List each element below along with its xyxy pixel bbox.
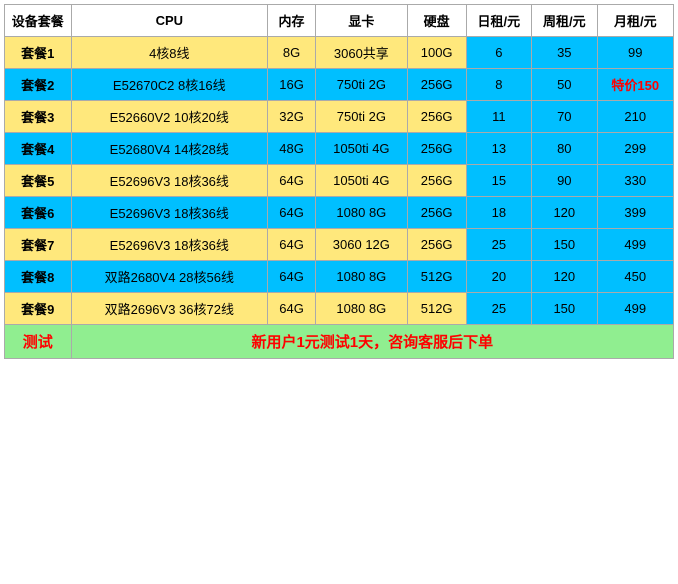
table-row: 套餐4E52680V4 14核28线48G1050ti 4G256G138029… <box>5 133 674 165</box>
header-gpu: 显卡 <box>316 5 408 37</box>
header-mem: 内存 <box>268 5 316 37</box>
table-cell: 299 <box>597 133 673 165</box>
table-cell: 750ti 2G <box>316 69 408 101</box>
header-weekly: 周租/元 <box>532 5 597 37</box>
table-cell: 210 <box>597 101 673 133</box>
table-cell: 90 <box>532 165 597 197</box>
table-cell: 80 <box>532 133 597 165</box>
test-text: 新用户1元测试1天，咨询客服后下单 <box>71 325 673 359</box>
table-cell: 64G <box>268 293 316 325</box>
table-cell: 1080 8G <box>316 293 408 325</box>
table-cell: 6 <box>466 37 531 69</box>
table-cell: 套餐1 <box>5 37 72 69</box>
table-cell: 256G <box>407 69 466 101</box>
table-cell: 套餐9 <box>5 293 72 325</box>
table-cell: 8G <box>268 37 316 69</box>
table-cell: 1050ti 4G <box>316 165 408 197</box>
table-cell: 399 <box>597 197 673 229</box>
table-cell: 750ti 2G <box>316 101 408 133</box>
table-cell: 64G <box>268 197 316 229</box>
table-cell: 1080 8G <box>316 197 408 229</box>
table-cell: 330 <box>597 165 673 197</box>
table-cell: 套餐8 <box>5 261 72 293</box>
table-cell: 64G <box>268 229 316 261</box>
table-cell: 150 <box>532 229 597 261</box>
table-cell: 512G <box>407 293 466 325</box>
table-cell: 100G <box>407 37 466 69</box>
header-cpu: CPU <box>71 5 267 37</box>
table-cell: 512G <box>407 261 466 293</box>
header-package: 设备套餐 <box>5 5 72 37</box>
table-cell: 25 <box>466 229 531 261</box>
table-cell: 99 <box>597 37 673 69</box>
table-cell: 35 <box>532 37 597 69</box>
table-cell: 64G <box>268 165 316 197</box>
test-label: 测试 <box>5 325 72 359</box>
table-row: 套餐7E52696V3 18核36线64G3060 12G256G2515049… <box>5 229 674 261</box>
header-monthly: 月租/元 <box>597 5 673 37</box>
table-cell: 套餐6 <box>5 197 72 229</box>
table-header: 设备套餐 CPU 内存 显卡 硬盘 日租/元 周租/元 月租/元 <box>5 5 674 37</box>
table-cell: 256G <box>407 133 466 165</box>
table-row: 套餐2E52670C2 8核16线16G750ti 2G256G850特价150 <box>5 69 674 101</box>
table-cell: 套餐5 <box>5 165 72 197</box>
table-row: 套餐3E52660V2 10核20线32G750ti 2G256G1170210 <box>5 101 674 133</box>
table-cell: 48G <box>268 133 316 165</box>
header-daily: 日租/元 <box>466 5 531 37</box>
table-cell: 499 <box>597 229 673 261</box>
table-cell: 256G <box>407 197 466 229</box>
table-cell: 20 <box>466 261 531 293</box>
table-cell: 3060 12G <box>316 229 408 261</box>
table-cell: 50 <box>532 69 597 101</box>
table-cell: 150 <box>532 293 597 325</box>
table-cell: 套餐7 <box>5 229 72 261</box>
table-cell: 16G <box>268 69 316 101</box>
table-cell: E52670C2 8核16线 <box>71 69 267 101</box>
table-cell: E52696V3 18核36线 <box>71 229 267 261</box>
table-cell: 3060共享 <box>316 37 408 69</box>
table-row: 套餐14核8线8G3060共享100G63599 <box>5 37 674 69</box>
table-row: 套餐8双路2680V4 28核56线64G1080 8G512G20120450 <box>5 261 674 293</box>
header-disk: 硬盘 <box>407 5 466 37</box>
table-cell: E52696V3 18核36线 <box>71 165 267 197</box>
table-cell: 特价150 <box>597 69 673 101</box>
table-cell: 32G <box>268 101 316 133</box>
table-cell: 8 <box>466 69 531 101</box>
table-row: 套餐9双路2696V3 36核72线64G1080 8G512G25150499 <box>5 293 674 325</box>
test-row: 测试新用户1元测试1天，咨询客服后下单 <box>5 325 674 359</box>
table-cell: 256G <box>407 165 466 197</box>
pricing-table: 设备套餐 CPU 内存 显卡 硬盘 日租/元 周租/元 月租/元 套餐14核8线… <box>4 4 674 359</box>
table-cell: 13 <box>466 133 531 165</box>
table-row: 套餐6E52696V3 18核36线64G1080 8G256G18120399 <box>5 197 674 229</box>
table-cell: 25 <box>466 293 531 325</box>
table-cell: 120 <box>532 261 597 293</box>
table-body: 套餐14核8线8G3060共享100G63599套餐2E52670C2 8核16… <box>5 37 674 359</box>
table-cell: 64G <box>268 261 316 293</box>
table-cell: 15 <box>466 165 531 197</box>
table-cell: 120 <box>532 197 597 229</box>
table-cell: 256G <box>407 229 466 261</box>
table-cell: E52660V2 10核20线 <box>71 101 267 133</box>
table-cell: 套餐2 <box>5 69 72 101</box>
table-cell: 70 <box>532 101 597 133</box>
table-cell: 套餐4 <box>5 133 72 165</box>
table-cell: 双路2696V3 36核72线 <box>71 293 267 325</box>
table-row: 套餐5E52696V3 18核36线64G1050ti 4G256G159033… <box>5 165 674 197</box>
table-cell: 499 <box>597 293 673 325</box>
table-cell: 11 <box>466 101 531 133</box>
table-cell: 1050ti 4G <box>316 133 408 165</box>
table-cell: 256G <box>407 101 466 133</box>
table-cell: 双路2680V4 28核56线 <box>71 261 267 293</box>
table-cell: 1080 8G <box>316 261 408 293</box>
table-cell: 套餐3 <box>5 101 72 133</box>
table-cell: 450 <box>597 261 673 293</box>
table-cell: 18 <box>466 197 531 229</box>
table-cell: E52696V3 18核36线 <box>71 197 267 229</box>
table-cell: E52680V4 14核28线 <box>71 133 267 165</box>
table-cell: 4核8线 <box>71 37 267 69</box>
